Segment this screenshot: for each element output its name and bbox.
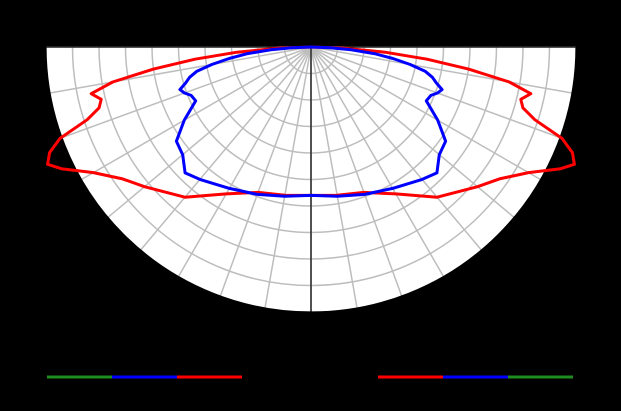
polar-luminous-intensity-chart: 200 150 100 50 cd/klm 90 90 80 80 70 70 60 60 50 50 40 4… [11, 22, 608, 397]
radial-tick-label: 150 [136, 22, 168, 43]
angle-label-right: 90 [587, 44, 608, 65]
legend: 180° 270° 180° 0° 90° 0° [47, 375, 573, 397]
angle-label-right: 50 [520, 222, 541, 243]
angle-label-right: 70 [570, 135, 591, 156]
angle-label-right: 30 [444, 286, 465, 307]
angle-label-right: 10 [350, 320, 371, 341]
angle-label-left: 90 [11, 44, 32, 65]
radial-tick-label: 200 [83, 22, 115, 43]
angle-label-left: 50 [81, 222, 102, 243]
legend-left-item-label: 180° [60, 376, 99, 397]
center-angle-label: 0° [302, 325, 320, 346]
legend-left-item-label: 180° [190, 376, 229, 397]
angle-label-left: 80 [18, 87, 39, 108]
angle-label-left: 60 [52, 181, 73, 202]
legend-right-item-label: 0° [531, 376, 549, 397]
unit-label: cd/klm [517, 22, 572, 43]
legend-right-item-label: 90° [461, 376, 490, 397]
legend-right-item-label: 0° [401, 376, 419, 397]
legend-left-item-label: 270° [125, 376, 164, 397]
radial-tick-label: 50 [247, 22, 268, 43]
angle-label-left: 70 [31, 135, 52, 156]
angle-label-left: 40 [116, 257, 137, 278]
angle-label-left: 20 [202, 307, 223, 328]
angle-label-left: 10 [251, 320, 272, 341]
angle-label-left: 30 [157, 286, 178, 307]
angle-label-right: 20 [399, 307, 420, 328]
angle-label-right: 40 [485, 257, 506, 278]
radial-tick-label: 100 [189, 22, 221, 43]
angle-label-right: 60 [549, 181, 570, 202]
angle-label-right: 80 [583, 87, 604, 108]
